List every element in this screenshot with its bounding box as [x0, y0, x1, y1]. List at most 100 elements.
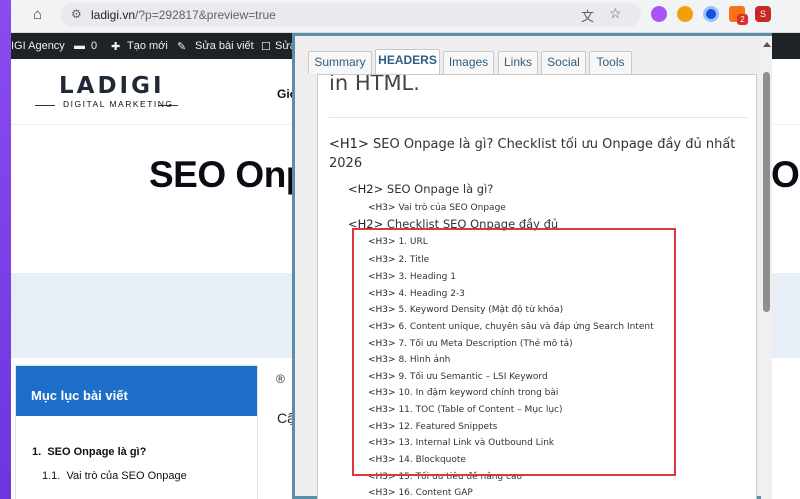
toc-title: Mục lục bài viết [31, 388, 128, 403]
logo-rule-right [158, 105, 178, 106]
h3-heading: <H3> 6. Content unique, chuyên sâu và đá… [368, 322, 654, 332]
heading-tag: <H3> [368, 488, 396, 498]
tab-social[interactable]: Social [541, 51, 586, 74]
h3-heading: <H3> 9. Tối ưu Semantic – LSI Keyword [368, 372, 548, 382]
seo-extension-icon[interactable]: S [755, 6, 771, 22]
tab-tools[interactable]: Tools [589, 51, 632, 74]
h3-heading: <H3> 5. Keyword Density (Mật độ từ khóa) [368, 305, 563, 315]
heading-tag: <H3> [368, 305, 396, 315]
heading-tag: <H3> [368, 355, 396, 365]
scroll-up-arrow-icon[interactable] [763, 42, 771, 47]
toc-item[interactable]: 1. SEO Onpage là gì? [32, 446, 146, 458]
tab-links[interactable]: Links [498, 51, 538, 74]
extension-icon-1[interactable] [651, 6, 667, 22]
heading-tag: <H3> [368, 255, 396, 265]
browser-toolbar: ⌂ ⚙ ladigi.vn/?p=292817&preview=true 文 ☆… [11, 0, 800, 33]
heading-text: Vai trò của SEO Onpage [398, 203, 506, 213]
plus-icon[interactable]: ✚ [111, 40, 120, 53]
heading-tag: <H3> [368, 372, 396, 382]
h2-heading: <H2> Checklist SEO Onpage đầy đủ [348, 217, 558, 231]
heading-tag: <H3> [368, 289, 396, 299]
extension-badge: 2 [737, 14, 748, 25]
h3-heading: <H3> 16. Content GAP [368, 488, 473, 498]
admin-edit-post-button[interactable]: Sửa bài viết [195, 40, 254, 52]
heading-text: 6. Content unique, chuyên sâu và đáp ứng… [398, 322, 654, 332]
page-title: SEO Onp [149, 154, 308, 195]
seo-headers-panel: Summary HEADERS Images Links Social Tool… [292, 33, 772, 499]
h1-tag: <H1> [329, 137, 369, 152]
admin-new-button[interactable]: Tạo mới [127, 40, 168, 52]
h1-heading: <H1> SEO Onpage là gì? Checklist tối ưu … [329, 135, 739, 173]
heading-tag: <H3> [368, 203, 396, 213]
admin-site-name[interactable]: IGI Agency [11, 40, 65, 52]
tab-images[interactable]: Images [443, 51, 494, 74]
tab-summary[interactable]: Summary [308, 51, 372, 74]
checkbox-icon[interactable]: ☐ [261, 40, 271, 53]
heading-text: 7. Tối ưu Meta Description (Thẻ mô tả) [398, 339, 573, 349]
heading-tag: <H3> [368, 388, 396, 398]
h3-heading: <H3> 12. Featured Snippets [368, 422, 497, 432]
logo-tagline: DIGITAL MARKETING [63, 99, 174, 109]
h3-heading: <H3> 8. Hình ảnh [368, 355, 450, 365]
tab-headers[interactable]: HEADERS [375, 49, 440, 74]
pencil-icon[interactable]: ✎ [177, 40, 186, 53]
heading-text: 5. Keyword Density (Mật độ từ khóa) [398, 305, 564, 315]
heading-text: 16. Content GAP [398, 488, 473, 498]
heading-text: 15. Tối ưu tiêu đề nâng cao [398, 472, 522, 482]
heading-tag: <H3> [368, 272, 396, 282]
h3-heading: <H3> 10. In đậm keyword chính trong bài [368, 388, 558, 398]
logo-rule-left [35, 105, 55, 106]
heading-tag: <H2> [348, 182, 384, 196]
h3-heading: <H3> 14. Blockquote [368, 455, 466, 465]
heading-text: 13. Internal Link và Outbound Link [398, 438, 555, 448]
scrollbar-thumb[interactable] [763, 72, 770, 312]
h2-heading: <H2> SEO Onpage là gì? [348, 182, 493, 196]
heading-tag: <H3> [368, 472, 396, 482]
comments-icon[interactable]: ▬ [74, 40, 85, 52]
site-info-icon[interactable]: ⚙ [71, 7, 82, 21]
toc-item[interactable]: 1.1. Vai trò của SEO Onpage [42, 470, 187, 482]
intro-text: in HTML. [329, 74, 420, 95]
heading-text: 2. Title [398, 255, 430, 265]
h1-text: SEO Onpage là gì? Checklist tối ưu Onpag… [329, 137, 736, 171]
heading-text: 3. Heading 1 [398, 272, 456, 282]
heading-text: 4. Heading 2-3 [398, 289, 465, 299]
h3-heading: <H3> 4. Heading 2-3 [368, 289, 465, 299]
author-icon: ® [276, 372, 285, 386]
translate-icon[interactable]: 文 [581, 6, 594, 25]
extension-icon-2[interactable] [677, 6, 693, 22]
heading-tag: <H3> [368, 339, 396, 349]
heading-text: 10. In đậm keyword chính trong bài [398, 388, 559, 398]
h3-heading: <H3> 1. URL [368, 237, 428, 247]
url-path: /?p=292817&preview=true [135, 8, 276, 22]
h3-heading: <H3> 15. Tối ưu tiêu đề nâng cao [368, 472, 522, 482]
home-icon[interactable]: ⌂ [33, 6, 42, 23]
heading-tag: <H3> [368, 438, 396, 448]
toc-item-label: SEO Onpage là gì? [47, 446, 147, 458]
address-bar[interactable]: ⚙ ladigi.vn/?p=292817&preview=true 文 ☆ [61, 3, 641, 27]
toc-card: Mục lục bài viết 1. SEO Onpage là gì? 1.… [15, 365, 258, 499]
toc-item-number: 1.1. [42, 470, 61, 482]
h3-heading: <H3> 11. TOC (Table of Content – Mục lục… [368, 405, 563, 415]
toc-item-label: Vai trò của SEO Onpage [66, 470, 187, 482]
h3-heading: <H3> 7. Tối ưu Meta Description (Thẻ mô … [368, 339, 573, 349]
heading-text: Checklist SEO Onpage đầy đủ [386, 217, 559, 231]
comments-count[interactable]: 0 [91, 40, 97, 52]
headers-list[interactable]: in HTML. <H1> SEO Onpage là gì? Checklis… [317, 74, 757, 499]
h3-heading: <H3> 13. Internal Link và Outbound Link [368, 438, 554, 448]
heading-text: 11. TOC (Table of Content – Mục lục) [398, 405, 563, 415]
heading-text: 12. Featured Snippets [398, 422, 498, 432]
site-logo[interactable]: LADIGI [59, 73, 165, 99]
heading-text: SEO Onpage là gì? [386, 182, 494, 196]
heading-text: 1. URL [398, 237, 428, 247]
heading-tag: <H3> [368, 405, 396, 415]
divider [329, 117, 747, 118]
h3-heading: <H3> 2. Title [368, 255, 429, 265]
bookmark-star-icon[interactable]: ☆ [609, 5, 622, 22]
h3-heading: <H3> Vai trò của SEO Onpage [368, 203, 506, 213]
url-text[interactable]: ladigi.vn/?p=292817&preview=true [91, 8, 276, 22]
heading-text: 9. Tối ưu Semantic – LSI Keyword [398, 372, 548, 382]
page-title-tail: O [771, 154, 800, 195]
extension-icon-3[interactable] [703, 6, 719, 22]
heading-tag: <H2> [348, 217, 384, 231]
